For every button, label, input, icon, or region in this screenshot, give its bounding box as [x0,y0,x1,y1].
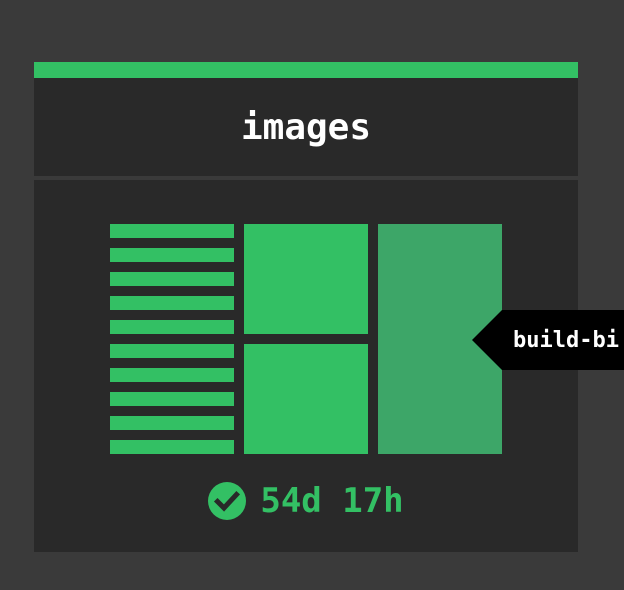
job-preview-grid [110,224,502,454]
elapsed-time: 54d 17h [260,481,404,521]
job-stripe[interactable] [110,440,234,454]
job-block[interactable] [244,224,368,334]
job-stripe[interactable] [110,344,234,358]
check-circle-icon [208,482,247,520]
job-tooltip: build-bi [472,310,624,370]
pipeline-name[interactable]: images [241,107,371,148]
job-stripe[interactable] [110,272,234,286]
tooltip-arrow [472,310,502,370]
card-header[interactable]: images [34,78,578,176]
job-stripe[interactable] [110,320,234,334]
job-stripe[interactable] [110,416,234,430]
job-stripe[interactable] [110,368,234,382]
job-stripe[interactable] [110,296,234,310]
tooltip-label: build-bi [502,310,624,370]
job-stripe[interactable] [110,224,234,238]
pipeline-card[interactable]: images 54d 17h [34,62,578,552]
status-accent-bar [34,62,578,78]
job-stripe[interactable] [110,248,234,262]
job-stripe[interactable] [110,392,234,406]
pipeline-status: 54d 17h [34,476,578,526]
header-divider [34,176,578,180]
job-block[interactable] [244,344,368,454]
